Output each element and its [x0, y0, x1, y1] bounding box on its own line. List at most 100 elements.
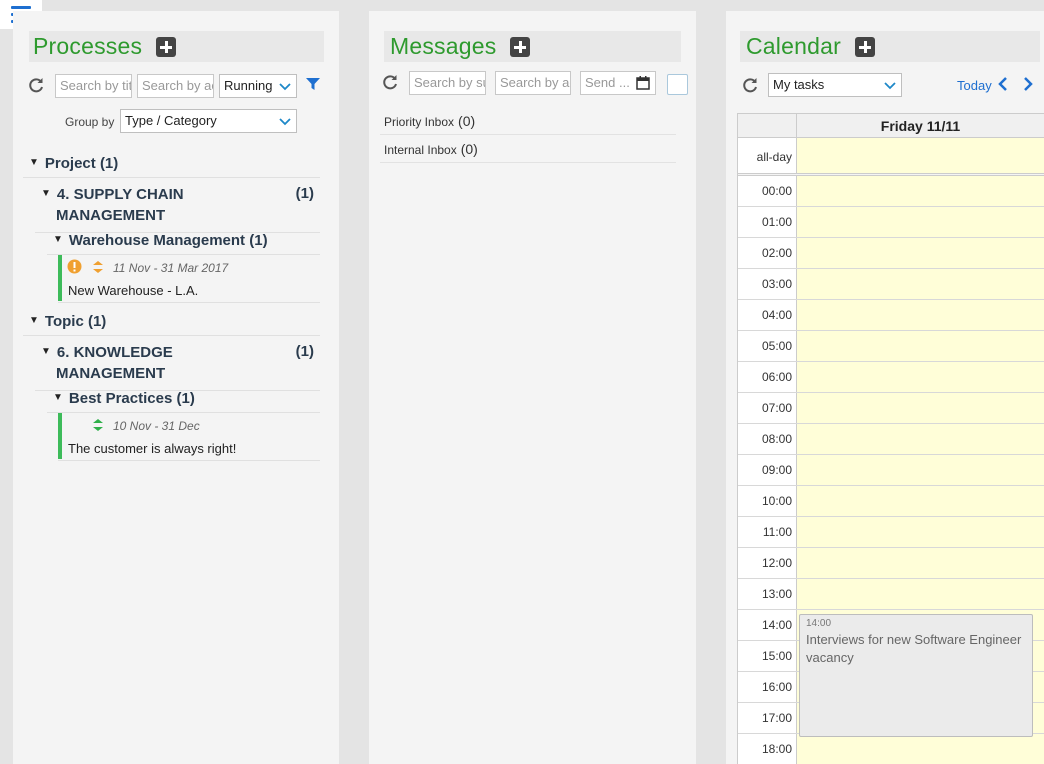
inbox-label: Internal Inbox: [384, 143, 457, 157]
category-label: Best Practices: [68, 390, 173, 407]
hour-cell[interactable]: [797, 176, 1044, 206]
calendar-filter-select[interactable]: My tasks: [768, 73, 902, 97]
category-count: (1): [176, 390, 195, 407]
priority-low-icon: [93, 419, 103, 431]
calendar-event[interactable]: 14:00 Interviews for new Software Engine…: [799, 614, 1033, 737]
chevron-left-icon[interactable]: [997, 77, 1009, 91]
collapse-triangle-icon[interactable]: ▼: [41, 183, 51, 204]
tree-group-project[interactable]: ▼ Project (1): [29, 155, 118, 172]
hour-cell[interactable]: [797, 734, 1044, 764]
select-all-checkbox[interactable]: [667, 74, 688, 95]
tree-group-topic[interactable]: ▼ Topic (1): [29, 313, 106, 330]
hour-cell[interactable]: [797, 393, 1044, 423]
hour-cell[interactable]: [797, 331, 1044, 361]
hour-label: 12:00: [738, 548, 797, 578]
process-name: New Warehouse - L.A.: [68, 283, 199, 298]
hour-row[interactable]: 05:00: [738, 331, 1044, 362]
hour-cell[interactable]: [797, 269, 1044, 299]
tree-category-warehouse[interactable]: ▼ Warehouse Management (1): [53, 232, 268, 249]
hour-row[interactable]: 07:00: [738, 393, 1044, 424]
status-select[interactable]: Running: [219, 74, 297, 98]
subgroup-label-line2: MANAGEMENT: [56, 365, 166, 382]
category-count: (1): [249, 232, 268, 249]
add-event-button[interactable]: [854, 36, 875, 57]
priority-medium-icon: [93, 261, 103, 273]
hour-row[interactable]: 18:00: [738, 734, 1044, 764]
calendar-icon[interactable]: [636, 76, 650, 90]
status-select-value: Running: [224, 78, 273, 93]
allday-row[interactable]: all-day: [738, 138, 1044, 176]
hour-cell[interactable]: [797, 455, 1044, 485]
search-actor-input[interactable]: Search by actor: [137, 74, 214, 98]
process-name: The customer is always right!: [68, 441, 237, 456]
filter-icon[interactable]: [306, 77, 320, 91]
chevron-right-icon[interactable]: [1022, 77, 1034, 91]
hour-cell[interactable]: [797, 579, 1044, 609]
send-date-input[interactable]: Send ...: [580, 71, 656, 95]
tree-subgroup-knowledge[interactable]: ▼ 6. KNOWLEDGE MANAGEMENT (1): [41, 341, 314, 384]
messages-title: Messages: [390, 33, 497, 59]
hour-label: 11:00: [738, 517, 797, 547]
processes-title: Processes: [33, 33, 143, 59]
hour-label: 13:00: [738, 579, 797, 609]
hour-cell[interactable]: [797, 486, 1044, 516]
today-button[interactable]: Today: [957, 78, 992, 93]
inbox-count: (0): [458, 113, 476, 129]
add-process-button[interactable]: [156, 36, 177, 57]
search-title-input[interactable]: Search by title: [55, 74, 132, 98]
subgroup-count: (1): [295, 343, 314, 360]
refresh-icon[interactable]: [381, 73, 399, 91]
hour-row[interactable]: 00:00: [738, 176, 1044, 207]
hour-cell[interactable]: [797, 424, 1044, 454]
hour-row[interactable]: 03:00: [738, 269, 1044, 300]
hour-label: 06:00: [738, 362, 797, 392]
group-count: (1): [87, 313, 107, 330]
hour-row[interactable]: 10:00: [738, 486, 1044, 517]
calendar-title: Calendar: [746, 33, 841, 59]
hour-cell[interactable]: [797, 548, 1044, 578]
hour-label: 08:00: [738, 424, 797, 454]
hour-label: 16:00: [738, 672, 797, 702]
tree-category-best-practices[interactable]: ▼ Best Practices (1): [53, 390, 195, 407]
process-item[interactable]: 10 Nov - 31 Dec The customer is always r…: [58, 413, 320, 459]
hour-row[interactable]: 12:00: [738, 548, 1044, 579]
hour-row[interactable]: 01:00: [738, 207, 1044, 238]
hour-cell[interactable]: [797, 300, 1044, 330]
collapse-triangle-icon[interactable]: ▼: [29, 315, 39, 326]
hour-cell[interactable]: [797, 517, 1044, 547]
hour-row[interactable]: 08:00: [738, 424, 1044, 455]
hour-row[interactable]: 13:00: [738, 579, 1044, 610]
messages-header: Messages: [384, 31, 681, 62]
hour-row[interactable]: 09:00: [738, 455, 1044, 486]
group-label: Project: [44, 155, 96, 172]
collapse-triangle-icon[interactable]: ▼: [41, 341, 51, 362]
hour-label: 04:00: [738, 300, 797, 330]
hour-cell[interactable]: [797, 362, 1044, 392]
collapse-triangle-icon[interactable]: ▼: [53, 234, 63, 245]
hour-cell[interactable]: [797, 238, 1044, 268]
process-dates: 10 Nov - 31 Dec: [113, 419, 200, 433]
collapse-triangle-icon[interactable]: ▼: [53, 392, 63, 403]
inbox-priority[interactable]: Priority Inbox (0): [380, 107, 676, 135]
hour-row[interactable]: 11:00: [738, 517, 1044, 548]
search-subject-input[interactable]: Search by subject: [409, 71, 486, 95]
event-time: 14:00: [806, 618, 832, 629]
group-count: (1): [99, 155, 119, 172]
calendar-header: Calendar: [740, 31, 1040, 62]
search-actor-input[interactable]: Search by actor: [495, 71, 571, 95]
hour-row[interactable]: 02:00: [738, 238, 1044, 269]
allday-cell[interactable]: [797, 138, 1044, 173]
divider: [23, 335, 320, 336]
process-item[interactable]: 11 Nov - 31 Mar 2017 New Warehouse - L.A…: [58, 255, 320, 301]
group-by-select[interactable]: Type / Category: [120, 109, 297, 133]
hour-cell[interactable]: [797, 207, 1044, 237]
hour-row[interactable]: 04:00: [738, 300, 1044, 331]
add-message-button[interactable]: [510, 36, 531, 57]
collapse-triangle-icon[interactable]: ▼: [29, 157, 39, 168]
inbox-internal[interactable]: Internal Inbox (0): [380, 135, 676, 163]
tree-subgroup-supply-chain[interactable]: ▼ 4. SUPPLY CHAIN MANAGEMENT (1): [41, 183, 314, 226]
refresh-icon[interactable]: [741, 76, 759, 94]
hour-row[interactable]: 06:00: [738, 362, 1044, 393]
group-label: Topic: [44, 313, 84, 330]
refresh-icon[interactable]: [27, 76, 45, 94]
